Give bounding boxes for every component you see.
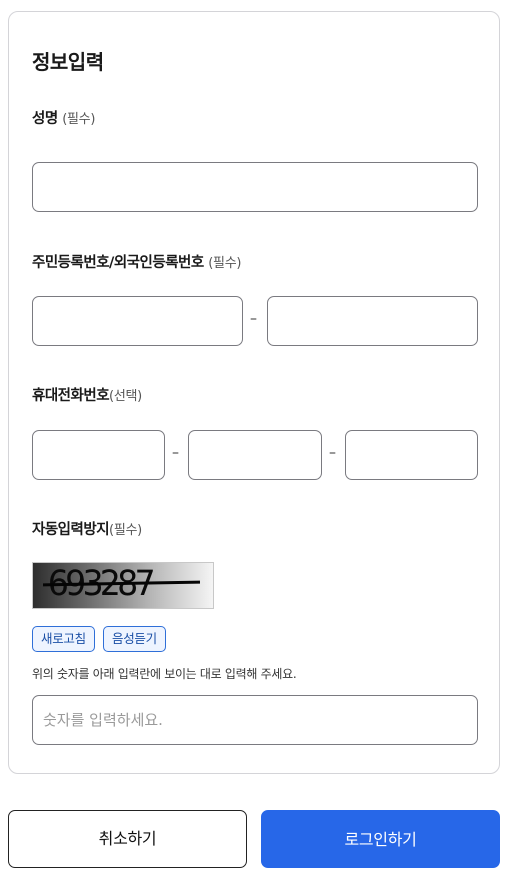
resident-number-front-input[interactable] — [32, 296, 243, 346]
phone-separator-2: – — [329, 445, 336, 461]
captcha-label-text: 자동입력방지 — [32, 522, 110, 538]
phone-label-text: 휴대전화번호 — [32, 388, 110, 404]
phone-separator-1: – — [172, 445, 179, 461]
resident-number-label: 주민등록번호/외국인등록번호 (필수) — [32, 251, 241, 272]
name-required-hint: (필수) — [62, 112, 96, 127]
phone-part1-input[interactable] — [32, 430, 165, 480]
phone-label: 휴대전화번호(선택) — [32, 384, 142, 405]
page-title: 정보입력 — [32, 50, 104, 74]
name-input[interactable] — [32, 162, 478, 212]
captcha-audio-button[interactable]: 음성듣기 — [103, 626, 166, 652]
phone-optional-hint: (선택) — [109, 389, 142, 404]
captcha-label: 자동입력방지(필수) — [32, 518, 142, 539]
phone-part2-input[interactable] — [188, 430, 322, 480]
captcha-required-hint: (필수) — [109, 523, 142, 538]
cancel-button[interactable]: 취소하기 — [8, 810, 247, 868]
captcha-image: 693287 — [32, 562, 214, 609]
name-label-text: 성명 — [32, 111, 58, 127]
login-button[interactable]: 로그인하기 — [261, 810, 500, 868]
captcha-input[interactable] — [32, 695, 478, 745]
info-input-card: 정보입력 성명 (필수) 주민등록번호/외국인등록번호 (필수) – 휴대전화번… — [8, 11, 500, 774]
resident-number-back-input[interactable] — [267, 296, 478, 346]
resident-number-separator: – — [250, 311, 257, 327]
resident-number-label-text: 주민등록번호/외국인등록번호 — [32, 255, 204, 271]
phone-part3-input[interactable] — [345, 430, 478, 480]
captcha-refresh-button[interactable]: 새로고침 — [32, 626, 95, 652]
resident-number-required-hint: (필수) — [208, 256, 242, 271]
captcha-instruction: 위의 숫자를 아래 입력란에 보이는 대로 입력해 주세요. — [32, 667, 297, 681]
name-label: 성명 (필수) — [32, 107, 95, 128]
